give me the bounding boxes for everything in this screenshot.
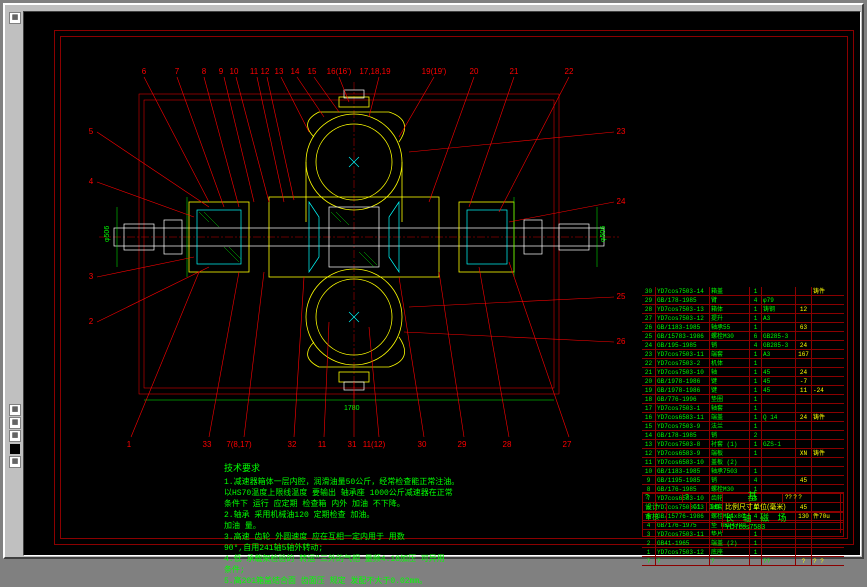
bom-row: 15YD7cos7503-9法兰1 bbox=[642, 422, 844, 431]
layer-swatch[interactable]: ▦ bbox=[9, 404, 21, 416]
svg-text:32: 32 bbox=[288, 440, 297, 449]
tech-requirements: 技术要求 1.减速器箱体一层内腔，润滑油量50公斤，经常检查能正常注油。 以HS… bbox=[224, 464, 574, 587]
bom-row: 17YD7cos7503-1轴套1 bbox=[642, 404, 844, 413]
tb-dwgno: YD7cos7583 bbox=[723, 523, 841, 533]
tb-partname: 基 bbox=[723, 493, 783, 502]
bom-row: 13YD7cos7503-8衬套 (1)1GZS-1 bbox=[642, 440, 844, 449]
svg-text:12: 12 bbox=[261, 67, 270, 76]
left-toolbar: ▦ ▦ ▦ ▦ ▦ bbox=[8, 11, 22, 556]
dim-overall: 1780 bbox=[344, 405, 360, 412]
cad-canvas[interactable]: φ506 φ506 1780 6 7 8 9 10 11 12 13 bbox=[23, 11, 861, 556]
svg-text:26: 26 bbox=[617, 337, 626, 346]
bom-row: 20GB/1978-1986键145-7 bbox=[642, 377, 844, 386]
svg-text:6: 6 bbox=[142, 67, 147, 76]
bom-row: 10GB/1183-1985轴承75031 bbox=[642, 467, 844, 476]
svg-text:5: 5 bbox=[89, 127, 94, 136]
svg-text:2: 2 bbox=[89, 317, 94, 326]
bom-row: 24GB/195-1985销4GB285-324 bbox=[642, 341, 844, 350]
svg-text:13: 13 bbox=[275, 67, 284, 76]
tb-label: ? bbox=[643, 493, 683, 502]
svg-text:1: 1 bbox=[127, 440, 132, 449]
bom-row: 19GB/1978-1986键14511-24 bbox=[642, 386, 844, 395]
tech-line: 1.减速器箱体一层内腔，润滑油量50公斤，经常检查能正常注油。 bbox=[224, 477, 574, 488]
title-block: ? ? 基 ?? ? ? 设计 61 1:6 比例尺寸单位(毫米) 审核 长 轴… bbox=[642, 492, 844, 537]
svg-text:22: 22 bbox=[565, 67, 574, 76]
svg-text:15: 15 bbox=[308, 67, 317, 76]
svg-text:25: 25 bbox=[617, 292, 626, 301]
bom-row: 27YD7cos7503-12提升1A3 bbox=[642, 314, 844, 323]
bom-row: 11YD7cos6583-10盖板 (2) bbox=[642, 458, 844, 467]
svg-text:11: 11 bbox=[250, 67, 259, 76]
layer-swatch[interactable]: ▦ bbox=[9, 430, 21, 442]
svg-text:30: 30 bbox=[418, 440, 427, 449]
svg-text:28: 28 bbox=[503, 440, 512, 449]
tech-line: 3.高速 齿轮 外圆速度 应在互相一定内用于 用数 bbox=[224, 532, 574, 543]
bom-row: 1YD7cos7503-12底座1 bbox=[642, 548, 844, 557]
bom-row: 29GB/178-1985臂4φ79 bbox=[642, 296, 844, 305]
balloons-right: 23 24 25 26 bbox=[404, 127, 626, 346]
svg-text:10: 10 bbox=[230, 67, 239, 76]
svg-text:27: 27 bbox=[563, 440, 572, 449]
svg-text:24: 24 bbox=[617, 197, 626, 206]
svg-text:φ506: φ506 bbox=[104, 226, 111, 242]
bom-row: 23YD7cos7503-11端套1A3167 bbox=[642, 350, 844, 359]
svg-text:11: 11 bbox=[318, 440, 327, 449]
tb-project: 长 轴 磁 场 bbox=[723, 513, 841, 522]
tech-line: 加油 量。 bbox=[224, 521, 574, 532]
bom-row: 2GB41-1965端盖 (2)1 bbox=[642, 539, 844, 548]
layer-swatch[interactable]: ▦ bbox=[9, 456, 21, 468]
svg-text:3: 3 bbox=[89, 272, 94, 281]
svg-text:9: 9 bbox=[219, 67, 224, 76]
svg-text:21: 21 bbox=[510, 67, 519, 76]
svg-text:7(8,17): 7(8,17) bbox=[226, 440, 252, 449]
bom-row: 21YD7cos7503-10轴14524 bbox=[642, 368, 844, 377]
balloons-bottom: 1 33 7(8,17) 32 11 31 11(12) 30 29 28 27 bbox=[127, 262, 572, 449]
mechanical-drawing-svg: φ506 φ506 1780 6 7 8 9 10 11 12 13 bbox=[69, 42, 649, 457]
bom-row: 14GB/178-1985销2 bbox=[642, 431, 844, 440]
layer-swatch[interactable]: ▦ bbox=[9, 417, 21, 429]
svg-text:29: 29 bbox=[458, 440, 467, 449]
tech-line: 5.高201箱盖结合面 齿面压 规定 发配不大于0.02mm。 bbox=[224, 576, 574, 587]
tech-title: 技术要求 bbox=[224, 464, 574, 475]
tech-line: 4.低 承载架检验的 转运"三外的气相 量频4.18加压 可异用 bbox=[224, 554, 574, 565]
app-window: ▦ ▦ ▦ ▦ ▦ bbox=[3, 3, 864, 559]
color-swatch[interactable] bbox=[10, 444, 20, 454]
bom-row: 30YD7cos7503-14箱盖1铸件 bbox=[642, 287, 844, 296]
bom-row: 22YD7cos7503-2机体1 bbox=[642, 359, 844, 368]
svg-text:11(12): 11(12) bbox=[363, 440, 386, 449]
svg-text:23: 23 bbox=[617, 127, 626, 136]
balloons-top: 6 7 8 9 10 11 12 13 14 15 16(16') 17,18,… bbox=[142, 67, 574, 212]
layer-swatch[interactable]: ▦ bbox=[9, 12, 21, 24]
tech-line: 以HS70温度上限线温度 要输出 轴承座 1000公斤减速器在正常 bbox=[224, 488, 574, 499]
svg-text:16(16'): 16(16') bbox=[327, 67, 352, 76]
bom-row: 12YD7cos6583-9端板1XN铸件 bbox=[642, 449, 844, 458]
tech-line: 条件; bbox=[224, 565, 574, 576]
svg-text:31: 31 bbox=[348, 440, 357, 449]
bom-row: 16YD7cos6583-11端盖1Q 1424铸件 bbox=[642, 413, 844, 422]
tech-line: 2.轴承 采用机械油120 定期检查 加油。 bbox=[224, 510, 574, 521]
svg-text:φ506: φ506 bbox=[600, 226, 607, 242]
tech-line: 90°,自用241轴5轴外转动; bbox=[224, 543, 574, 554]
bom-row: 18GB/776-1996垫圈1 bbox=[642, 395, 844, 404]
svg-text:14: 14 bbox=[291, 67, 300, 76]
svg-text:17,18,19: 17,18,19 bbox=[359, 67, 391, 76]
bom-row: 25GB/15783-1986螺栓M306GB285-3 bbox=[642, 332, 844, 341]
bom-row: 26GB/1183-1985轴承55163 bbox=[642, 323, 844, 332]
bom-row: 9GB/1195-1985销445 bbox=[642, 476, 844, 485]
svg-text:7: 7 bbox=[175, 67, 180, 76]
svg-text:20: 20 bbox=[470, 67, 479, 76]
svg-text:4: 4 bbox=[89, 177, 94, 186]
drawing-area: φ506 φ506 1780 6 7 8 9 10 11 12 13 bbox=[69, 42, 649, 457]
tech-line: 条件下 运行 应定期 检查箱 内外 加油 不下降。 bbox=[224, 499, 574, 510]
svg-text:19(19'): 19(19') bbox=[422, 67, 447, 76]
bom-row: 28YD7cos7503-13箱体1铸钢12 bbox=[642, 305, 844, 314]
svg-text:8: 8 bbox=[202, 67, 207, 76]
svg-text:33: 33 bbox=[203, 440, 212, 449]
